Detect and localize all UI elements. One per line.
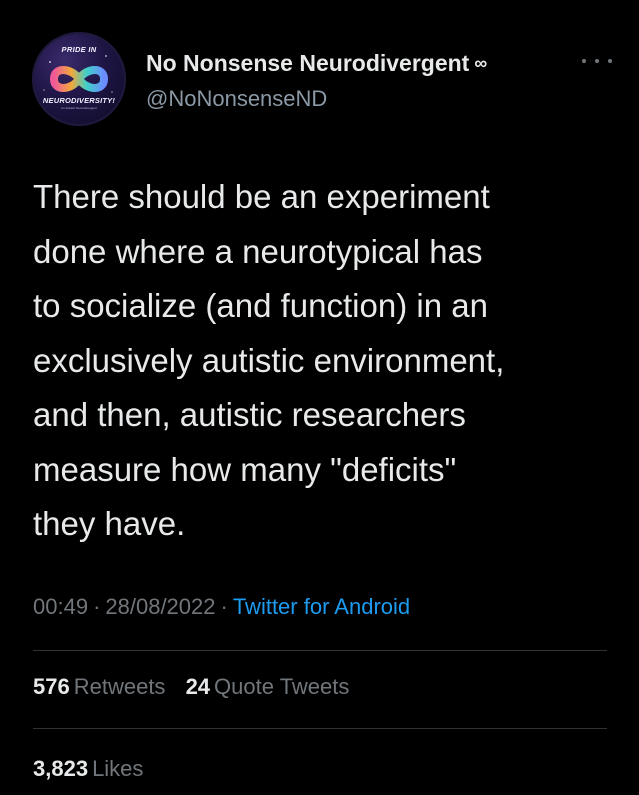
tweet-time[interactable]: 00:49 xyxy=(33,594,88,619)
more-dot xyxy=(582,59,586,63)
likes-stat[interactable]: 3,823 Likes xyxy=(33,756,143,782)
quote-tweets-count: 24 xyxy=(185,674,211,699)
likes-count: 3,823 xyxy=(33,756,89,781)
likes-label: Likes xyxy=(92,756,144,781)
meta-separator: · xyxy=(220,594,228,619)
tweet-header: PRIDE IN NEURODIVERSITY! for Autistic Ne… xyxy=(32,32,612,127)
avatar-top-text: PRIDE IN xyxy=(61,45,97,54)
avatar-bottom-text: NEURODIVERSITY! xyxy=(42,96,116,105)
tweet-text: There should be an experiment done where… xyxy=(33,178,505,542)
quote-tweets-label: Quote Tweets xyxy=(214,674,350,699)
tweet-date[interactable]: 28/08/2022 xyxy=(105,594,215,619)
name-suffix: ∞ xyxy=(474,53,488,73)
retweets-stat[interactable]: 576 Retweets xyxy=(33,674,165,700)
meta-separator: · xyxy=(93,594,101,619)
engagement-stats: 576 Retweets 24 Quote Tweets xyxy=(33,674,363,700)
tweet-source-link[interactable]: Twitter for Android xyxy=(233,594,410,619)
display-name-row[interactable]: No Nonsense Neurodivergent ∞ xyxy=(146,50,487,77)
avatar[interactable]: PRIDE IN NEURODIVERSITY! for Autistic Ne… xyxy=(32,32,126,126)
quote-tweets-stat[interactable]: 24 Quote Tweets xyxy=(186,674,350,700)
avatar-tiny-text: for Autistic Neurodivergent xyxy=(61,106,97,110)
divider xyxy=(33,650,607,651)
user-handle[interactable]: @NoNonsenseND xyxy=(146,86,327,112)
more-dot xyxy=(595,59,599,63)
more-dot xyxy=(608,59,612,63)
retweets-count: 576 xyxy=(33,674,70,699)
retweets-label: Retweets xyxy=(73,674,166,699)
display-name[interactable]: No Nonsense Neurodivergent xyxy=(146,50,469,77)
divider xyxy=(33,728,607,729)
more-horizontal-icon[interactable] xyxy=(582,54,612,68)
tweet-meta: 00:49 · 28/08/2022 · Twitter for Android xyxy=(33,594,410,620)
